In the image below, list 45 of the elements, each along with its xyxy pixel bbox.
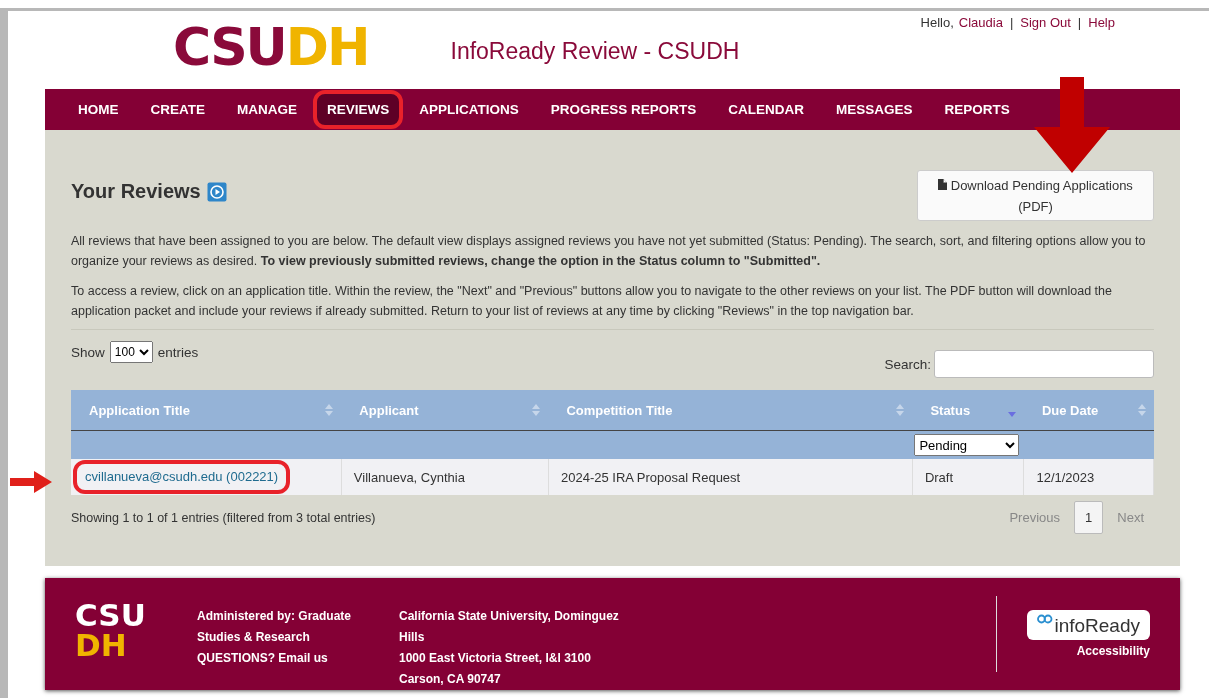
infoready-badge[interactable]: infoReady [1027,610,1150,640]
table-cell: Draft [924,469,954,485]
status-filter-select[interactable]: Pending [914,434,1020,456]
header-link[interactable]: Help [1088,15,1115,30]
logo: CSUDH [173,18,369,76]
search-field[interactable] [934,350,1154,378]
search-label: Search: [884,356,931,372]
description-text: All reviews that have been assigned to you are below. The default view displays assigned reviews you have not yet submitted (Status: Pending). The search, sort, and filtering options allow you to organize your reviews as desired. To view previously submitted reviews, change the option in the Status column to "Submitted". [71,233,1147,270]
table-cell: 2024-25 IRA Proposal Request [561,469,741,485]
footer-logo: CSU DH [75,600,147,660]
show-label: Show [71,344,105,360]
address-text: California State University, Dominguez Hills [399,608,620,646]
user-link[interactable]: Claudia [958,15,1003,30]
separator-text: | [1009,15,1014,30]
separator-text: | [1077,15,1082,30]
nav-tab[interactable]: CREATE [134,92,221,127]
nav-tab[interactable]: REVIEWS [313,90,404,129]
footer-text: Administered by: Graduate Studies & Research [197,608,353,646]
page-size-select[interactable]: 100 [109,341,153,363]
header-link[interactable]: Sign Out [1020,15,1071,30]
page-title: Your Reviews [71,180,201,203]
nav-tab[interactable]: PROGRESS REPORTS [534,92,713,127]
greeting-text: Hello, [920,15,954,30]
address-text: 1000 East Victoria Street, I&I 3100 [399,650,592,667]
play-icon[interactable] [206,181,227,202]
nav-tab[interactable]: REPORTS [928,92,1026,127]
table-cell: Villanueva, Cynthia [353,469,465,485]
arrow-drawing [10,471,52,493]
application-link[interactable]: cvillanueva@csudh.edu (002221) [73,460,291,494]
nav-tab[interactable]: APPLICATIONS [403,92,535,127]
nav-tab[interactable]: HOME [62,92,135,127]
address-text: Carson, CA 90747 [399,671,502,688]
footer-text: QUESTIONS? Email us [197,650,329,667]
download-button[interactable]: Download Pending Applications (PDF) [917,170,1154,221]
accessibility-link[interactable]: Accessibility [1076,644,1150,658]
page-button[interactable]: 1 [1074,501,1104,534]
table-info: Showing 1 to 1 of 1 entries (filtered from 3 total entries) [71,510,376,525]
site-title: InfoReady Review - CSUDH [450,38,740,65]
entries-label: entries [157,344,199,360]
document-icon [938,178,948,190]
description-text: To access a review, click on an application title. Within the review, the "Next" and "Previous" buttons allow you to navigate to the other reviews on your list. The PDF button will download the application packet and include your reviews if already submitted. Return to your list of reviews at any time by clicking "Reviews" in the top navigation bar. [71,283,1113,320]
nav-tab[interactable]: MESSAGES [820,92,929,127]
nav-tab[interactable]: MANAGE [221,92,313,127]
nav-tab[interactable]: CALENDAR [712,92,821,127]
table-cell: 12/1/2023 [1036,469,1095,485]
